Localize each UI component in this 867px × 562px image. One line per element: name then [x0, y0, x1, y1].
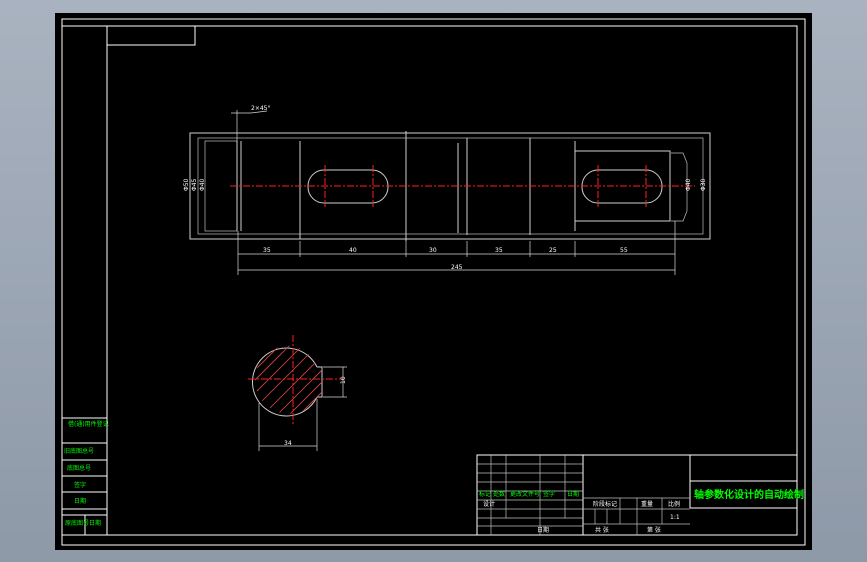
section-view: 10 34: [248, 335, 347, 451]
shaft-outline: [189, 132, 711, 240]
side-bottom-1: 日期: [89, 519, 101, 527]
tb-designer-label: 设计: [483, 500, 495, 508]
seg-dim-2: 30: [429, 247, 437, 254]
tb-date2-label: 日期: [537, 526, 549, 534]
dia-left-1: Φ45: [191, 178, 198, 191]
title-block: 标记 处数 更改文件号 签字 日期 设计 日期 阶段标记 重量 比例 1:1 共…: [476, 454, 804, 536]
side-table: 借(通)用件登记 旧底图总号 底图总号 签字 日期 原底图号 日期: [61, 417, 109, 536]
drawing-frame: [106, 25, 798, 536]
cad-viewport[interactable]: 借(通)用件登记 旧底图总号 底图总号 签字 日期 原底图号 日期 标记 处数 …: [55, 13, 812, 550]
tb-stage-label: 阶段标记: [593, 500, 617, 508]
dia-left-0: Φ50: [183, 178, 190, 191]
tb-scale-value: 1:1: [670, 514, 680, 521]
seg-dim-3: 35: [495, 247, 503, 254]
side-bottom-0: 原底图号: [65, 519, 89, 527]
side-row-2: 底图总号: [67, 464, 91, 472]
tb-sheet-num: 第 张: [647, 526, 661, 534]
seg-dim-0: 35: [263, 247, 271, 254]
sheet-border: [61, 18, 806, 546]
side-row-3: 签字: [74, 481, 86, 489]
tb-weight-label: 重量: [641, 500, 653, 508]
dia-right-1: Φ30: [700, 178, 707, 191]
dia-right-0: Φ40: [685, 178, 692, 191]
chamfer-label: 2×45°: [251, 105, 270, 112]
tb-change-label: 更改文件号: [510, 490, 540, 498]
side-row-4: 日期: [74, 497, 86, 505]
tb-sheet-total: 共 张: [595, 526, 609, 534]
dia-left-2: Φ40: [199, 178, 206, 191]
drawing-title: 轴参数化设计的自动绘制: [694, 488, 804, 501]
key-width-dim: 10: [340, 376, 347, 384]
section-width-dim: 34: [284, 440, 292, 447]
section-circle: [251, 347, 318, 417]
tb-scale-label: 比例: [668, 500, 680, 508]
seg-dim-4: 25: [549, 247, 557, 254]
tb-sign-label: 签字: [543, 490, 555, 498]
side-row-0: 借(通)用件登记: [68, 420, 109, 428]
tb-count-label: 处数: [493, 490, 505, 498]
shaft-view: 2×45° Φ50 Φ45 Φ40 Φ40 Φ30 35 40 30 35 25…: [183, 105, 711, 275]
tb-date-label: 日期: [567, 490, 579, 498]
tb-mark-label: 标记: [479, 490, 491, 498]
seg-dim-5: 55: [620, 247, 628, 254]
overall-dim: 245: [451, 264, 463, 271]
side-row-1: 旧底图总号: [64, 447, 94, 455]
engineering-drawing: 借(通)用件登记 旧底图总号 底图总号 签字 日期 原底图号 日期 标记 处数 …: [61, 18, 806, 546]
seg-dim-1: 40: [349, 247, 357, 254]
reverse-code-box: [106, 25, 196, 46]
